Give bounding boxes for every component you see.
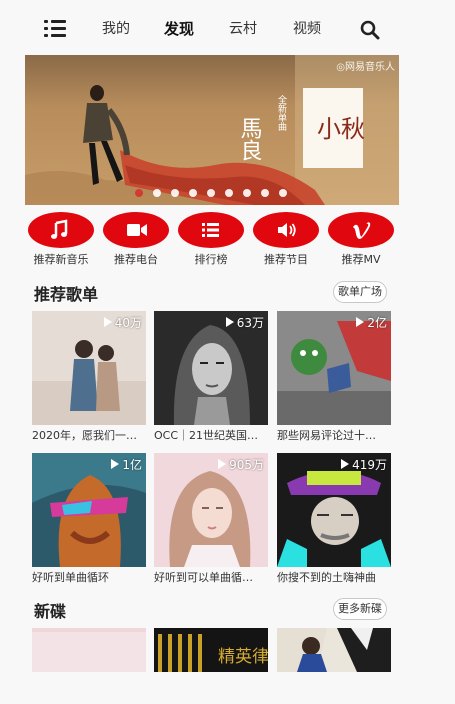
play-icon <box>341 459 350 469</box>
carousel-dot[interactable] <box>225 189 233 197</box>
top-nav: 我的 发现 云村 视频 <box>0 0 455 58</box>
playlist-title: 好听到可以单曲循… <box>154 571 253 584</box>
carousel-dot[interactable] <box>135 189 143 197</box>
video-camera-icon <box>127 224 147 236</box>
playlist-card[interactable]: 419万 你搜不到的土嗨神曲 <box>277 453 391 585</box>
section-title-recommend: 推荐歌单 <box>34 285 99 304</box>
album-card[interactable] <box>32 628 146 672</box>
category-programs[interactable]: 推荐节目 <box>253 212 319 267</box>
playlist-title: 2020年，愿我们一… <box>32 429 137 442</box>
playlist-cover: 905万 <box>154 453 268 567</box>
list-icon[interactable] <box>44 20 66 38</box>
playlist-cover: 1亿 <box>32 453 146 567</box>
carousel-dot[interactable] <box>261 189 269 197</box>
playlist-cover: 2亿 <box>277 311 391 425</box>
play-count: 40万 <box>114 316 142 330</box>
playlist-card[interactable]: 905万 好听到可以单曲循… <box>154 453 268 585</box>
playlist-square-button[interactable]: 歌单广场 <box>333 281 387 303</box>
album-cover <box>32 628 146 672</box>
banner-image: 馬良 全新单曲 小秋 <box>25 55 399 205</box>
music-note-icon <box>51 219 68 239</box>
album-title-text: 精英律师 <box>218 647 268 667</box>
playlist-title: 你搜不到的土嗨神曲 <box>277 571 376 584</box>
playlist-card[interactable]: 2亿 那些网易评论过十… <box>277 311 391 443</box>
category-label: 推荐MV <box>341 253 381 266</box>
category-mv[interactable]: 推荐MV <box>328 212 394 267</box>
playlist-title: 好听到单曲循环 <box>32 571 109 584</box>
category-ranking[interactable]: 排行榜 <box>178 212 244 267</box>
carousel-dots <box>135 189 305 197</box>
banner-carousel[interactable]: 馬良 全新单曲 小秋 ◎网易音乐人 <box>25 55 399 205</box>
play-icon <box>225 317 234 327</box>
play-icon <box>103 317 112 327</box>
ranking-list-icon <box>202 223 219 237</box>
banner-artist-text: 馬良 <box>237 117 263 161</box>
playlist-title: OCC｜21世纪英国… <box>154 429 259 442</box>
album-cover: 精英律师 <box>154 628 268 672</box>
banner-subtitle-text: 全新单曲 <box>276 94 287 132</box>
category-radio[interactable]: 推荐电台 <box>103 212 169 267</box>
album-cover <box>277 628 391 672</box>
search-icon[interactable] <box>360 20 380 40</box>
tab-cloud-village[interactable]: 云村 <box>229 20 257 38</box>
play-count: 2亿 <box>367 316 387 330</box>
tab-mine[interactable]: 我的 <box>102 20 130 38</box>
album-card[interactable]: 精英律师 <box>154 628 268 672</box>
playlist-card[interactable]: 1亿 好听到单曲循环 <box>32 453 146 585</box>
play-icon <box>111 459 120 469</box>
playlist-cover: 40万 <box>32 311 146 425</box>
playlist-cover: 419万 <box>277 453 391 567</box>
playlist-cover: 63万 <box>154 311 268 425</box>
album-card[interactable] <box>277 628 391 672</box>
section-title-new-albums: 新碟 <box>34 602 67 621</box>
tab-video[interactable]: 视频 <box>293 20 321 38</box>
banner-title-text: 小秋 <box>317 115 365 143</box>
play-count: 419万 <box>352 458 387 472</box>
carousel-dot[interactable] <box>153 189 161 197</box>
category-label: 排行榜 <box>194 253 228 266</box>
banner-watermark: ◎网易音乐人 <box>336 62 395 73</box>
play-count: 905万 <box>229 458 264 472</box>
carousel-dot[interactable] <box>243 189 251 197</box>
carousel-dot[interactable] <box>279 189 287 197</box>
tab-discover[interactable]: 发现 <box>164 20 194 38</box>
speaker-icon <box>278 223 296 237</box>
play-icon <box>218 459 227 469</box>
play-count: 63万 <box>236 316 264 330</box>
playlist-card[interactable]: 63万 OCC｜21世纪英国… <box>154 311 268 443</box>
playlist-title: 那些网易评论过十… <box>277 429 376 442</box>
category-label: 推荐节目 <box>264 253 308 266</box>
category-label: 推荐电台 <box>114 253 158 266</box>
category-new-music[interactable]: 推荐新音乐 <box>28 212 94 267</box>
play-count: 1亿 <box>122 458 142 472</box>
more-albums-button[interactable]: 更多新碟 <box>333 598 387 620</box>
carousel-dot[interactable] <box>189 189 197 197</box>
carousel-dot[interactable] <box>207 189 215 197</box>
play-icon <box>356 317 365 327</box>
playlist-card[interactable]: 40万 2020年，愿我们一… <box>32 311 146 443</box>
vimeo-icon <box>353 222 371 239</box>
category-label: 推荐新音乐 <box>33 253 89 266</box>
carousel-dot[interactable] <box>171 189 179 197</box>
